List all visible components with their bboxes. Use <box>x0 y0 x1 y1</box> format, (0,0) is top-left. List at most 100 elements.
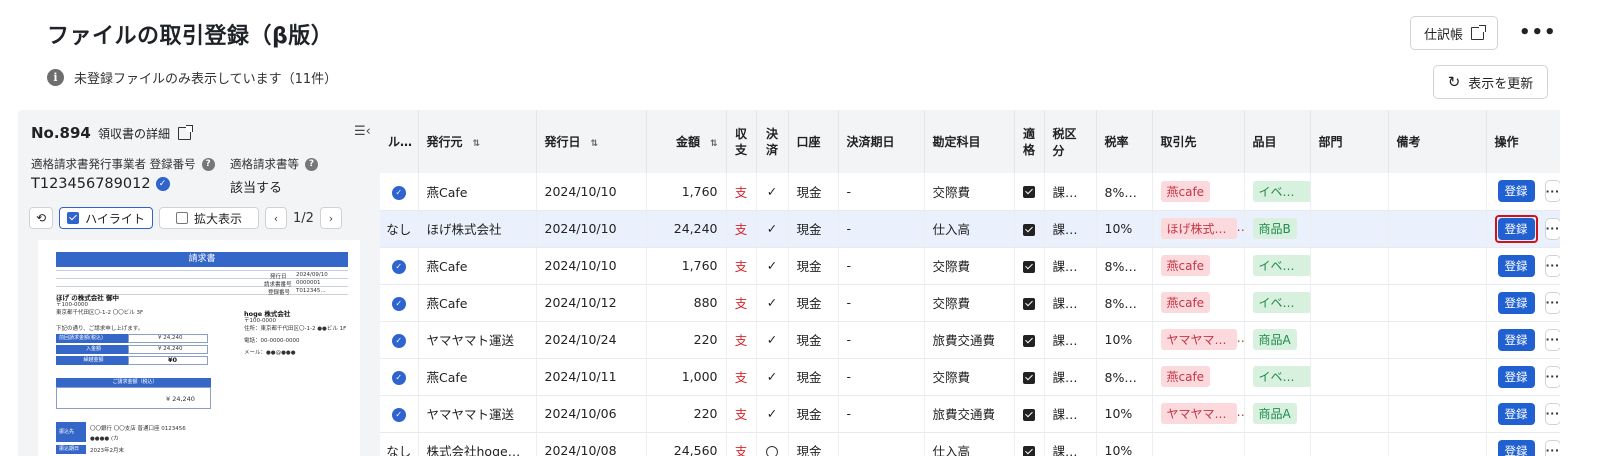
invoice-sender-address: 住所：東京都千代田区〇-1-2 ●●ビル 1F <box>244 326 347 332</box>
cell-tax-rate: 8%（… <box>1096 247 1153 285</box>
qualified-checkbox[interactable] <box>1023 260 1035 273</box>
cell-rule: ✓ <box>380 358 419 396</box>
cell-tax-category: 課対仕… <box>1044 432 1097 456</box>
register-button[interactable]: 登録 <box>1497 180 1535 203</box>
more-options-icon[interactable]: ••• <box>1519 22 1557 43</box>
cell-settle: ✓ <box>756 395 789 433</box>
row-more-icon[interactable]: ··· <box>1544 291 1559 314</box>
item-tag[interactable]: イベン… <box>1252 180 1309 202</box>
table-row[interactable]: ✓ 燕Cafe2024/10/12880支 ✓ 現金-交際費課対仕…8%（… 燕cafe… <box>380 284 1560 322</box>
col-date[interactable]: 発行日 ⇅ <box>536 110 647 173</box>
col-issuer[interactable]: 発行元 ⇅ <box>418 110 537 173</box>
row-more-icon[interactable]: ··· <box>1544 328 1559 351</box>
cell-account: 現金 <box>788 395 839 433</box>
registration-number-text: T123456789012 <box>31 176 151 192</box>
register-button[interactable]: 登録 <box>1497 402 1535 425</box>
partner-tag[interactable]: ヤマヤマト… <box>1160 403 1237 424</box>
row-more-icon[interactable]: ··· <box>1544 439 1559 456</box>
cell-tax-rate: 10% <box>1096 395 1153 433</box>
qualified-checkbox[interactable] <box>1023 186 1035 199</box>
zoom-toggle[interactable]: 拡大表示 <box>159 207 259 229</box>
partner-tag[interactable]: ほげ株式会社 <box>1160 218 1237 239</box>
partner-tag[interactable]: 燕cafe <box>1160 180 1211 202</box>
table-row[interactable]: なし株式会社hogeほげ2024/10/0824,560支 現金 仕入高 課対仕…10… <box>380 432 1560 456</box>
registration-label-text: 適格請求書発行事業者 登録番号 <box>31 157 196 171</box>
item-tag[interactable]: イベン… <box>1252 255 1309 276</box>
item-tag[interactable]: イベン… <box>1252 292 1309 313</box>
table-row[interactable]: なしほげ株式会社2024/10/1024,240支✓現金-仕入高課対仕…10%ほ… <box>380 210 1560 248</box>
prev-page-button[interactable]: ‹ <box>265 207 287 229</box>
register-button-frame: 登録 <box>1495 400 1538 428</box>
cell-subject: 交際費 <box>924 284 1015 322</box>
row-more-icon[interactable]: ··· <box>1544 254 1559 277</box>
register-button[interactable]: 登録 <box>1497 439 1535 456</box>
register-button[interactable]: 登録 <box>1497 365 1535 388</box>
refresh-button[interactable]: ↻ 表示を更新 <box>1433 65 1548 99</box>
journal-button-label: 仕訳帳 <box>1423 27 1463 43</box>
col-amount[interactable]: 金額 ⇅ <box>646 110 727 173</box>
rotate-button[interactable]: ⟲ <box>29 207 53 229</box>
cell-issuer: 燕Cafe <box>418 284 537 322</box>
cell-amount: 220 <box>646 395 727 433</box>
qualified-checkbox[interactable] <box>1023 334 1035 347</box>
receipt-detail-link[interactable]: 領収書の詳細 <box>98 125 194 142</box>
partner-tag[interactable]: 燕cafe <box>1160 255 1211 276</box>
col-rule[interactable]: ル… <box>380 110 419 173</box>
help-icon[interactable]: ? <box>305 157 318 171</box>
col-tax-rate: 税率 <box>1096 110 1153 173</box>
cell-tax-category: 課対仕… <box>1044 395 1097 433</box>
cell-account: 現金 <box>788 247 839 285</box>
sort-icon[interactable]: ⇅ <box>710 139 718 149</box>
cell-date: 2024/10/08 <box>536 432 647 456</box>
row-more-icon[interactable]: ··· <box>1544 217 1559 240</box>
item-tag[interactable]: イベン… <box>1252 366 1309 387</box>
col-partner: 取引先 <box>1152 110 1245 173</box>
row-more-icon[interactable]: ··· <box>1544 180 1559 203</box>
rule-applied-icon: ✓ <box>391 185 406 200</box>
table-row[interactable]: ✓ 燕Cafe2024/10/111,000支 ✓ 現金-交際費課対仕…8%（… 燕ca… <box>380 358 1560 396</box>
register-button[interactable]: 登録 <box>1497 328 1535 351</box>
qualified-checkbox[interactable] <box>1023 371 1035 384</box>
item-tag[interactable]: 商品B <box>1252 218 1297 239</box>
table-row[interactable]: ✓ ヤマヤマト運送2024/10/06220支 ✓ 現金-旅費交通費課対仕…10% ヤマ… <box>380 395 1560 433</box>
register-button[interactable]: 登録 <box>1497 254 1535 277</box>
help-icon[interactable]: ? <box>201 157 215 171</box>
table-row[interactable]: ✓ 燕Cafe2024/10/101,760支 ✓ 現金-交際費課対仕…8%（… 燕ca… <box>380 247 1560 285</box>
register-button[interactable]: 登録 <box>1497 217 1535 240</box>
qualified-checkbox[interactable] <box>1023 445 1035 456</box>
partner-tag[interactable]: ヤマヤマト… <box>1160 329 1237 350</box>
cell-due <box>838 432 925 456</box>
zoom-checkbox[interactable] <box>175 212 188 224</box>
row-more-icon[interactable]: ··· <box>1544 402 1559 425</box>
cell-subject: 交際費 <box>924 173 1015 211</box>
col-due: 決済期日 <box>838 110 925 173</box>
partner-tag[interactable]: 燕cafe <box>1160 292 1211 313</box>
cell-note <box>1388 210 1487 248</box>
qualified-checkbox[interactable] <box>1023 223 1035 236</box>
invoice-sub-total: ¥ 24,240 <box>158 335 183 341</box>
journal-button[interactable]: 仕訳帳 <box>1410 16 1498 50</box>
collapse-panel-icon[interactable]: ☰‹ <box>354 124 371 139</box>
qualified-checkbox[interactable] <box>1023 408 1035 421</box>
item-tag[interactable]: 商品A <box>1252 403 1297 424</box>
partner-tag[interactable]: 燕cafe <box>1160 366 1211 387</box>
sort-icon[interactable]: ⇅ <box>473 139 481 149</box>
cell-subject: 旅費交通費 <box>924 321 1015 359</box>
cell-issuer: 燕Cafe <box>418 358 537 396</box>
register-button[interactable]: 登録 <box>1497 291 1535 314</box>
next-page-button[interactable]: › <box>319 207 342 229</box>
row-more-icon[interactable]: ··· <box>1544 365 1559 388</box>
qualified-checkbox[interactable] <box>1023 297 1035 310</box>
highlight-checkbox[interactable] <box>67 212 80 224</box>
cell-type: 支 <box>726 432 757 456</box>
table-row[interactable]: ✓ ヤマヤマト運送2024/10/24220支 ✓ 現金-旅費交通費課対仕…10% ヤマ… <box>380 321 1560 359</box>
highlight-toggle[interactable]: ハイライト <box>59 207 153 229</box>
invoice-preview[interactable]: 請求書 発行日 2024/09/10 請求書番号 0000001 登録番号 T0… <box>38 240 360 456</box>
table-row[interactable]: ✓ 燕Cafe2024/10/101,760支 ✓ 現金-交際費課対仕…8%（… 燕ca… <box>380 173 1560 211</box>
item-tag[interactable]: 商品A <box>1252 329 1297 350</box>
cell-actions: 登録 ··· <box>1486 395 1560 433</box>
refresh-icon: ↻ <box>1447 73 1461 91</box>
cell-rule: ✓ <box>380 247 419 285</box>
cell-issuer: ヤマヤマト運送 <box>418 321 537 359</box>
sort-icon[interactable]: ⇅ <box>591 139 599 149</box>
